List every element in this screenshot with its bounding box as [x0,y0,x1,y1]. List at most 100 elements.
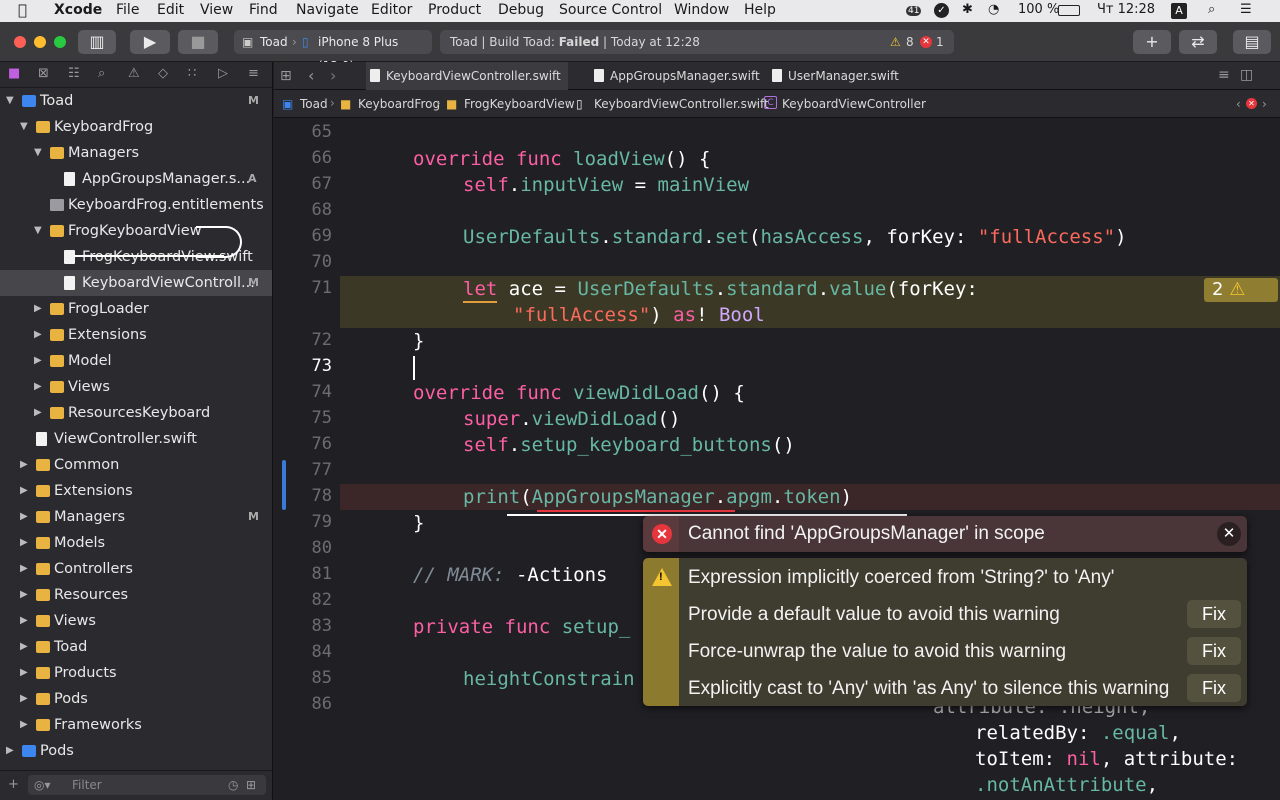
line-number[interactable]: 80 [274,538,332,558]
line-number[interactable]: 68 [274,200,332,220]
error-count[interactable]: 1 [936,30,944,54]
menu-file[interactable]: File [116,2,139,18]
line-number[interactable]: 73 [274,356,332,376]
menu-help[interactable]: Help [744,2,776,18]
navigator-group-item[interactable]: ▼ Managers [0,140,272,166]
report-navigator-icon[interactable]: ≡ [248,66,259,81]
close-icon[interactable]: ✕ [1217,522,1241,546]
wifi-icon[interactable]: ◔ [988,2,999,17]
disclosure-closed-icon[interactable]: ▶ [20,452,28,478]
breadcrumb-class[interactable]: KeyboardViewController [782,97,926,111]
navigator-group-item[interactable]: ▶ Model [0,348,272,374]
navigator-group-item[interactable]: ▶ Toad [0,634,272,660]
fix-button[interactable]: Fix [1187,637,1241,665]
navigator-group-item[interactable]: ▶ FrogLoader [0,296,272,322]
navigator-group-item[interactable]: ▼ KeyboardFrog [0,114,272,140]
inline-warning-badge[interactable]: 2 ⚠ [1204,278,1278,302]
input-source-indicator[interactable]: A [1171,3,1187,19]
navigator-group-item[interactable]: ▶ Resources [0,582,272,608]
navigator-group-item[interactable]: ▶ Pods [0,738,272,764]
back-arrow-icon[interactable]: ‹ [308,66,314,85]
line-number[interactable]: 76 [274,434,332,454]
fixit-default-value[interactable]: Provide a default value to avoid this wa… [688,604,1060,626]
line-number[interactable]: 70 [274,252,332,272]
line-number[interactable]: 79 [274,512,332,532]
disclosure-closed-icon[interactable]: ▶ [20,634,28,660]
toggle-inspector-button[interactable]: ▤ [1233,30,1271,54]
navigator-group-item[interactable]: ▶ Models [0,530,272,556]
editor-options-icon[interactable]: ≡ [1218,67,1230,83]
disclosure-closed-icon[interactable]: ▶ [34,374,42,400]
line-number[interactable]: 67 [274,174,332,194]
warning-count[interactable]: 8 [906,30,914,54]
show-modified-icon[interactable]: ⊞ [246,775,256,795]
menu-editor[interactable]: Editor [371,2,412,18]
breadcrumb-project[interactable]: Toad [300,97,328,111]
project-navigator-icon[interactable]: ■ [8,66,20,81]
navigator-group-item[interactable]: ▶ ResourcesKeyboard [0,400,272,426]
battery-percent[interactable]: 100 % [1018,2,1059,17]
spotlight-search-icon[interactable]: ⌕ [1208,2,1215,17]
menu-navigate[interactable]: Navigate [296,2,359,18]
navigator-group-item[interactable]: ▶ Common [0,452,272,478]
filter-options-icon[interactable]: ◎▾ [34,775,51,795]
breadcrumb-group-frogkeyboardview[interactable]: FrogKeyboardView [464,97,575,111]
debug-navigator-icon[interactable]: ∷ [188,66,196,81]
fixit-cast-as-any[interactable]: Explicitly cast to 'Any' with 'as Any' t… [688,678,1169,700]
breadcrumb-group-keyboardfrog[interactable]: KeyboardFrog [358,97,440,111]
tab-usermanager[interactable]: UserManager.swift [768,62,918,90]
recent-files-icon[interactable]: ◷ [228,775,238,795]
warning-message-box[interactable]: ! Expression implicitly coerced from 'St… [643,558,1247,706]
breakpoint-navigator-icon[interactable]: ▷ [218,66,228,81]
navigator-group-item[interactable]: ▶ Products [0,660,272,686]
navigator-file-item[interactable]: KeyboardFrog.entitlements [0,192,272,218]
line-number[interactable]: 82 [274,590,332,610]
navigator-group-item[interactable]: ▼ Toad M [0,88,272,114]
scheme-selector[interactable]: ▣ Toad › ▯ iPhone 8 Plus (13.0) [234,30,432,73]
battery-icon[interactable] [1058,5,1080,16]
navigator-group-item[interactable]: ▶ Controllers [0,556,272,582]
disclosure-open-icon[interactable]: ▼ [20,114,28,140]
menu-view[interactable]: View [200,2,233,18]
line-number[interactable]: 66 [274,148,332,168]
line-number[interactable]: 77 [274,460,332,480]
disclosure-closed-icon[interactable]: ▶ [20,608,28,634]
navigator-file-item[interactable]: ViewController.swift [0,426,272,452]
line-number[interactable]: 75 [274,408,332,428]
disclosure-closed-icon[interactable]: ▶ [20,686,28,712]
navigator-group-item[interactable]: ▶ Extensions [0,478,272,504]
menu-window[interactable]: Window [674,2,729,18]
navigator-file-item[interactable]: KeyboardViewControll... M [0,270,272,296]
navigator-group-item[interactable]: ▶ Managers M [0,504,272,530]
disclosure-closed-icon[interactable]: ▶ [20,478,28,504]
error-message-box[interactable]: ✕ Cannot find 'AppGroupsManager' in scop… [643,516,1247,552]
disclosure-closed-icon[interactable]: ▶ [20,582,28,608]
navigator-group-item[interactable]: ▶ Views [0,608,272,634]
disclosure-open-icon[interactable]: ▼ [6,88,14,114]
navigator-file-item[interactable]: AppGroupsManager.s... A [0,166,272,192]
apple-menu-icon[interactable]:  [18,1,27,19]
line-number[interactable]: 71 [274,278,332,298]
disclosure-open-icon[interactable]: ▼ [34,140,42,166]
disclosure-closed-icon[interactable]: ▶ [20,556,28,582]
menu-product[interactable]: Product [428,2,481,18]
close-window-button[interactable] [14,36,26,48]
fix-button[interactable]: Fix [1187,674,1241,702]
navigator-group-item[interactable]: ▶ Extensions [0,322,272,348]
control-center-icon[interactable]: ☰ [1240,2,1252,17]
bluetooth-icon[interactable]: ✱ [962,2,973,17]
line-number[interactable]: 78 [274,486,332,506]
source-control-navigator-icon[interactable]: ⊠ [38,66,49,81]
fixit-force-unwrap[interactable]: Force-unwrap the value to avoid this war… [688,641,1066,663]
menu-edit[interactable]: Edit [157,2,184,18]
navigator-group-item[interactable]: ▶ Views [0,374,272,400]
line-number[interactable]: 74 [274,382,332,402]
menu-find[interactable]: Find [249,2,278,18]
code-review-button[interactable]: ⇄ [1179,30,1217,54]
navigator-group-item[interactable]: ▶ Pods [0,686,272,712]
test-navigator-icon[interactable]: ◇ [158,66,168,81]
breadcrumb-file[interactable]: KeyboardViewController.swift [594,97,769,111]
next-issue-icon[interactable]: › [1262,97,1267,111]
issue-navigator-icon[interactable]: ⚠ [128,66,140,81]
tab-keyboardviewcontroller[interactable]: KeyboardViewController.swift [366,62,568,90]
